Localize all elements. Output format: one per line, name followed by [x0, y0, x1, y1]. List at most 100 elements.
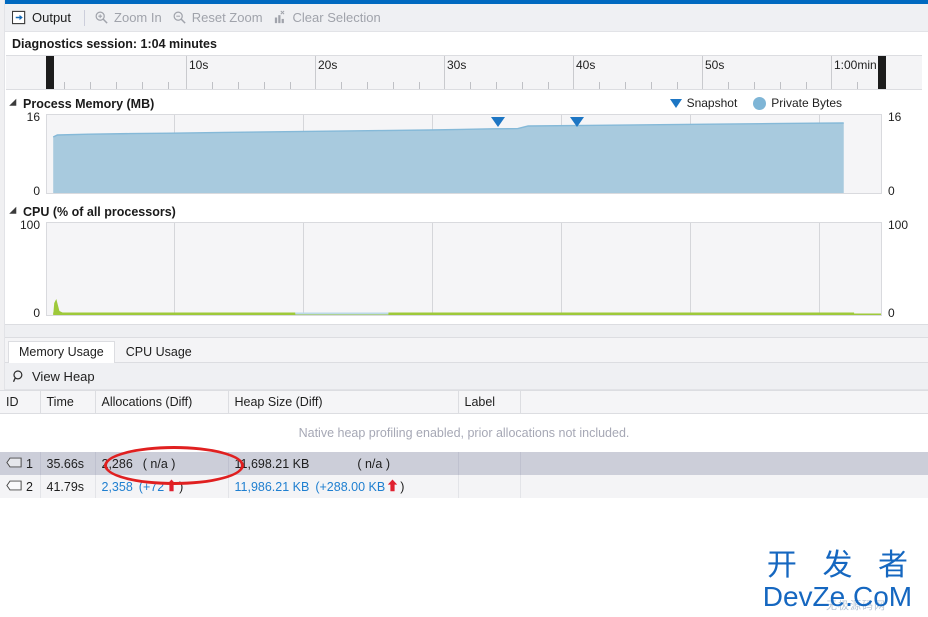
- arrow-up-icon: [387, 479, 398, 495]
- cpu-axis-min-right: 0: [888, 306, 895, 320]
- legend-item-snapshot: Snapshot: [669, 96, 738, 110]
- column-header-allocations[interactable]: Allocations (Diff): [95, 390, 229, 414]
- memory-axis-right: 16 0: [882, 110, 922, 198]
- memory-axis-max-right: 16: [888, 110, 902, 124]
- clear-selection-label: Clear Selection: [292, 10, 381, 25]
- column-header-id[interactable]: ID: [0, 390, 41, 414]
- ruler-tick-2: 30s: [447, 58, 467, 72]
- snapshot-tag-icon: [6, 480, 22, 494]
- timeline-ruler[interactable]: 10s 20s 30s 40s 50s 1:00min: [6, 55, 922, 90]
- watermark-cn: 开 发 者: [766, 548, 916, 583]
- tab-cpu-usage[interactable]: CPU Usage: [115, 341, 203, 363]
- cpu-axis-max-right: 100: [888, 218, 909, 232]
- memory-graph-legend: Snapshot Private Bytes: [669, 96, 842, 110]
- cpu-graph-header: CPU (% of all processors): [0, 202, 928, 222]
- cpu-axis-left: 100 0: [6, 218, 46, 320]
- triangle-marker-icon: [669, 98, 682, 108]
- cpu-plot-row: 100 0 100 0: [0, 218, 928, 320]
- watermark-en: DevZe.CoM: [762, 581, 913, 612]
- session-summary: Diagnostics session: 1:04 minutes: [0, 32, 928, 55]
- heap-size-diff-open: (+288.00 KB: [315, 479, 386, 494]
- memory-axis-max-left: 16: [26, 110, 40, 124]
- zoom-in-button[interactable]: Zoom In: [92, 8, 170, 27]
- ruler-tick-3: 40s: [576, 58, 596, 72]
- cell-id: 1: [0, 452, 41, 475]
- cell-heap-size[interactable]: 11,986.21 KB (+288.00 KB ): [228, 475, 459, 498]
- magnifier-icon: [12, 369, 27, 384]
- memory-series-area: [52, 122, 844, 193]
- legend-label-private-bytes: Private Bytes: [771, 96, 842, 110]
- circle-marker-icon: [753, 96, 767, 110]
- ruler-tick-0: 10s: [189, 58, 209, 72]
- memory-axis-left: 16 0: [6, 110, 46, 198]
- arrow-up-icon: [166, 479, 177, 495]
- view-heap-button[interactable]: View Heap: [10, 367, 103, 386]
- view-heap-label: View Heap: [32, 368, 95, 384]
- output-button[interactable]: Output: [10, 8, 79, 27]
- cpu-axis-right: 100 0: [882, 218, 922, 320]
- table-row[interactable]: 2 41.79s 2,358 (+72) 11,986.21 KB (+288…: [0, 475, 928, 498]
- clear-selection-icon: [273, 10, 288, 25]
- panel-splitter[interactable]: [0, 324, 928, 338]
- cpu-axis-min-left: 0: [33, 306, 40, 320]
- snapshot-tag-icon: [6, 457, 22, 471]
- row-id-value: 2: [26, 479, 33, 494]
- diagnostics-tool-window: Output Zoom In Reset Zoom Clear Selectio…: [0, 0, 928, 617]
- cpu-series-line: [53, 299, 881, 315]
- reset-zoom-button[interactable]: Reset Zoom: [170, 8, 271, 27]
- heap-size-diff: ( n/a ): [357, 456, 390, 471]
- diagnostics-toolbar: Output Zoom In Reset Zoom Clear Selectio…: [0, 4, 928, 32]
- memory-graph-title: Process Memory (MB): [23, 97, 155, 111]
- memory-graph-header: Process Memory (MB) Snapshot Private Byt…: [0, 94, 928, 114]
- zoom-in-label: Zoom In: [114, 10, 162, 25]
- memory-expander-icon[interactable]: [9, 98, 20, 110]
- allocations-value: 2,286: [101, 456, 133, 471]
- cell-allocations[interactable]: 2,358 (+72 ): [95, 475, 229, 498]
- allocations-diff-open: (+72: [138, 479, 165, 494]
- memory-chart-plot[interactable]: [46, 114, 882, 194]
- cell-time: 35.66s: [40, 452, 96, 475]
- memory-axis-min-right: 0: [888, 184, 895, 198]
- cell-heap-size: 11,698.21 KB ( n/a ): [228, 452, 459, 475]
- heap-size-diff-close: ): [400, 479, 405, 494]
- ruler-tick-4: 50s: [705, 58, 725, 72]
- cell-allocations: 2,286 ( n/a ): [95, 452, 229, 475]
- row-id-value: 1: [26, 456, 33, 471]
- output-icon: [12, 10, 27, 25]
- table-header-row: ID Time Allocations (Diff) Heap Size (Di…: [0, 390, 928, 414]
- ruler-start-handle[interactable]: [46, 56, 54, 89]
- cpu-graph-title: CPU (% of all processors): [23, 205, 176, 219]
- cpu-expander-icon[interactable]: [9, 206, 20, 218]
- ruler-end-handle[interactable]: [878, 56, 886, 89]
- tab-memory-usage[interactable]: Memory Usage: [8, 341, 115, 363]
- clear-selection-button[interactable]: Clear Selection: [271, 8, 389, 27]
- allocations-value-link[interactable]: 2,358: [102, 480, 133, 494]
- cell-label: [458, 475, 521, 498]
- legend-label-snapshot: Snapshot: [686, 96, 738, 110]
- native-heap-note: Native heap profiling enabled, prior all…: [0, 413, 928, 452]
- ruler-tick-1: 20s: [318, 58, 338, 72]
- table-note-row: Native heap profiling enabled, prior all…: [0, 413, 928, 452]
- graph-panels: Process Memory (MB) Snapshot Private Byt…: [0, 90, 928, 320]
- cell-filler: [520, 475, 928, 498]
- ruler-tick-5: 1:00min: [834, 58, 877, 72]
- watermark: 开 发 者 DevZe.CoM: [759, 551, 916, 611]
- legend-item-private-bytes: Private Bytes: [753, 96, 842, 110]
- cell-filler: [520, 452, 928, 475]
- column-header-filler: [520, 390, 928, 414]
- output-label: Output: [32, 10, 72, 25]
- snapshot-marker-1[interactable]: [491, 117, 505, 127]
- heap-size-value-link[interactable]: 11,986.21 KB: [235, 480, 310, 494]
- zoom-out-icon: [172, 10, 187, 25]
- table-row[interactable]: 1 35.66s 2,286 ( n/a ) 11,698.21 KB (n/…: [0, 452, 928, 475]
- column-header-label[interactable]: Label: [458, 390, 521, 414]
- column-header-heap-size[interactable]: Heap Size (Diff): [228, 390, 459, 414]
- column-header-time[interactable]: Time: [40, 390, 96, 414]
- cpu-chart-plot[interactable]: [46, 222, 882, 316]
- memory-axis-min-left: 0: [33, 184, 40, 198]
- snapshot-marker-2[interactable]: [570, 117, 584, 127]
- tab-cpu-usage-label: CPU Usage: [125, 345, 192, 359]
- zoom-in-icon: [94, 10, 109, 25]
- allocations-diff-close: ): [179, 479, 184, 494]
- heap-size-value: 11,698.21 KB: [234, 456, 310, 471]
